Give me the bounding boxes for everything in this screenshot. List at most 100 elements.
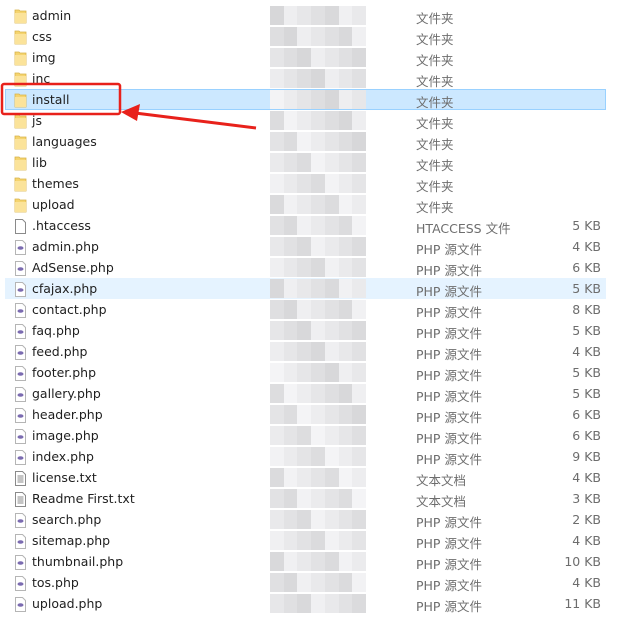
file-row-feed-php[interactable]: feed.php PHP 源文件 4 KB [5, 341, 606, 362]
folder-icon [14, 93, 27, 108]
file-size: 10 KB [564, 554, 601, 569]
file-type: 文件夹 [416, 32, 454, 47]
folder-icon [14, 51, 27, 66]
file-name: index.php [32, 449, 94, 464]
file-type: PHP 源文件 [416, 284, 482, 299]
file-name: lib [32, 155, 47, 170]
file-size: 5 KB [572, 323, 601, 338]
file-type: 文件夹 [416, 158, 454, 173]
file-name: gallery.php [32, 386, 101, 401]
file-row-thumbnail-php[interactable]: thumbnail.php PHP 源文件 10 KB [5, 551, 606, 572]
file-row-js[interactable]: js 文件夹 [5, 110, 606, 131]
file-row-faq-php[interactable]: faq.php PHP 源文件 5 KB [5, 320, 606, 341]
file-row-lib[interactable]: lib 文件夹 [5, 152, 606, 173]
folder-icon [14, 135, 27, 150]
date-modified-blurred [270, 510, 367, 529]
file-name: AdSense.php [32, 260, 114, 275]
file-size: 4 KB [572, 575, 601, 590]
file-row-footer-php[interactable]: footer.php PHP 源文件 5 KB [5, 362, 606, 383]
file-row-license-txt[interactable]: license.txt 文本文档 4 KB [5, 467, 606, 488]
file-name: languages [32, 134, 97, 149]
date-modified-blurred [270, 90, 367, 109]
php-file-icon [14, 303, 27, 318]
file-size: 4 KB [572, 344, 601, 359]
file-row-upload-php[interactable]: upload.php PHP 源文件 11 KB [5, 593, 606, 614]
file-row-index-php[interactable]: index.php PHP 源文件 9 KB [5, 446, 606, 467]
file-row-img[interactable]: img 文件夹 [5, 47, 606, 68]
file-row-contact-php[interactable]: contact.php PHP 源文件 8 KB [5, 299, 606, 320]
date-modified-blurred [270, 384, 367, 403]
file-name: .htaccess [32, 218, 91, 233]
file-type: 文件夹 [416, 137, 454, 152]
file-name: license.txt [32, 470, 97, 485]
file-row-css[interactable]: css 文件夹 [5, 26, 606, 47]
folder-icon [14, 177, 27, 192]
file-size: 6 KB [572, 407, 601, 422]
php-file-icon [14, 324, 27, 339]
file-row-cfajax-php[interactable]: cfajax.php PHP 源文件 5 KB [5, 278, 606, 299]
file-type: PHP 源文件 [416, 263, 482, 278]
php-file-icon [14, 513, 27, 528]
file-size: 5 KB [572, 386, 601, 401]
file-row-image-php[interactable]: image.php PHP 源文件 6 KB [5, 425, 606, 446]
php-file-icon [14, 282, 27, 297]
file-row-admin[interactable]: admin 文件夹 [5, 5, 606, 26]
file-name: img [32, 50, 56, 65]
date-modified-blurred [270, 132, 367, 151]
php-file-icon [14, 429, 27, 444]
file-name: upload.php [32, 596, 103, 611]
file-name: admin [32, 8, 72, 23]
file-row-admin-php[interactable]: admin.php PHP 源文件 4 KB [5, 236, 606, 257]
file-name: feed.php [32, 344, 88, 359]
file-type: 文件夹 [416, 53, 454, 68]
date-modified-blurred [270, 594, 367, 613]
file-type: PHP 源文件 [416, 389, 482, 404]
php-file-icon [14, 240, 27, 255]
folder-icon [14, 198, 27, 213]
date-modified-blurred [270, 69, 367, 88]
file-row-themes[interactable]: themes 文件夹 [5, 173, 606, 194]
file-name: js [32, 113, 42, 128]
file-row-sitemap-php[interactable]: sitemap.php PHP 源文件 4 KB [5, 530, 606, 551]
date-modified-blurred [270, 321, 367, 340]
file-row-tos-php[interactable]: tos.php PHP 源文件 4 KB [5, 572, 606, 593]
date-modified-blurred [270, 300, 367, 319]
file-row-readme-first-txt[interactable]: Readme First.txt 文本文档 3 KB [5, 488, 606, 509]
file-row-adsense-php[interactable]: AdSense.php PHP 源文件 6 KB [5, 257, 606, 278]
folder-icon [14, 72, 27, 87]
php-file-icon [14, 597, 27, 612]
file-row--htaccess[interactable]: .htaccess HTACCESS 文件 5 KB [5, 215, 606, 236]
file-name: install [32, 92, 70, 107]
file-size: 5 KB [572, 281, 601, 296]
blank-file-icon [14, 219, 27, 234]
file-row-languages[interactable]: languages 文件夹 [5, 131, 606, 152]
file-type: 文件夹 [416, 200, 454, 215]
date-modified-blurred [270, 405, 367, 424]
file-row-install[interactable]: install 文件夹 [5, 89, 606, 110]
php-file-icon [14, 408, 27, 423]
file-type: PHP 源文件 [416, 305, 482, 320]
file-row-header-php[interactable]: header.php PHP 源文件 6 KB [5, 404, 606, 425]
file-size: 5 KB [572, 365, 601, 380]
date-modified-blurred [270, 573, 367, 592]
date-modified-blurred [270, 27, 367, 46]
date-modified-blurred [270, 216, 367, 235]
date-modified-blurred [270, 468, 367, 487]
file-name: faq.php [32, 323, 80, 338]
file-name: search.php [32, 512, 102, 527]
file-size: 2 KB [572, 512, 601, 527]
date-modified-blurred [270, 6, 367, 25]
file-type: PHP 源文件 [416, 557, 482, 572]
file-name: cfajax.php [32, 281, 98, 296]
file-row-search-php[interactable]: search.php PHP 源文件 2 KB [5, 509, 606, 530]
file-row-gallery-php[interactable]: gallery.php PHP 源文件 5 KB [5, 383, 606, 404]
txt-file-icon [14, 471, 27, 486]
file-name: header.php [32, 407, 103, 422]
file-row-upload[interactable]: upload 文件夹 [5, 194, 606, 215]
php-file-icon [14, 450, 27, 465]
php-file-icon [14, 387, 27, 402]
folder-icon [14, 9, 27, 24]
file-type: PHP 源文件 [416, 347, 482, 362]
file-row-inc[interactable]: inc 文件夹 [5, 68, 606, 89]
php-file-icon [14, 261, 27, 276]
